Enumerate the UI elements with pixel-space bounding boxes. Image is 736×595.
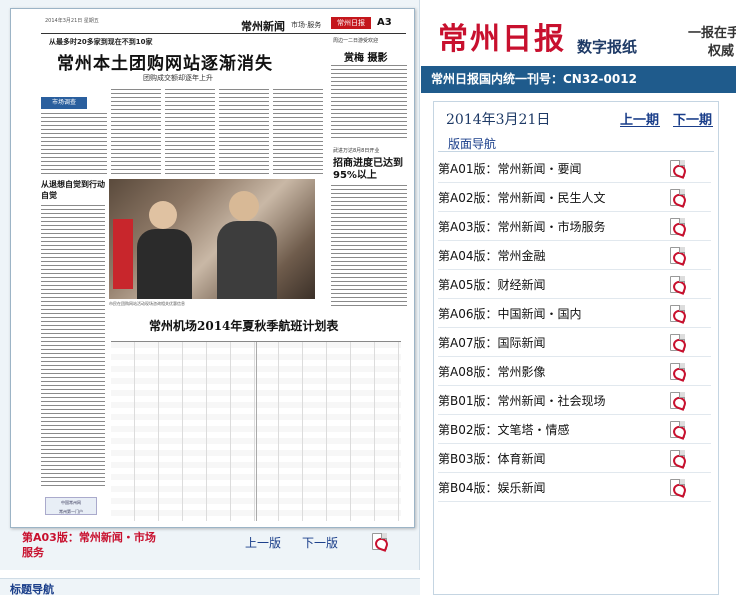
article-text	[331, 65, 407, 141]
page-link[interactable]: 第B01版：常州新闻・社会现场	[438, 392, 606, 409]
divider	[438, 151, 714, 152]
page-list-item[interactable]: 第A04版：常州金融	[438, 241, 711, 270]
newspaper-date-meta: 2014年3月21日 星期五	[45, 18, 99, 24]
pdf-icon[interactable]	[670, 363, 685, 380]
page-link[interactable]: 第A02版：常州新闻・民生人文	[438, 189, 605, 206]
page-list-item[interactable]: 第A03版：常州新闻・市场服务	[438, 212, 711, 241]
page-list-item[interactable]: 第A08版：常州影像	[438, 357, 711, 386]
article-text	[41, 113, 107, 175]
newspaper-page-image[interactable]: 2014年3月21日 星期五 常州新闻 市场·服务 常州日报 A3 从最多时20…	[10, 8, 415, 528]
title-nav-label: 标题导航	[10, 583, 54, 595]
photo-person	[137, 229, 192, 299]
pdf-icon[interactable]	[670, 479, 685, 496]
pdf-icon[interactable]	[670, 218, 685, 235]
page-link[interactable]: 第B02版：文笔塔・情感	[438, 421, 570, 438]
left-headline: 从退想自觉到行动自觉	[41, 180, 105, 200]
article-text	[219, 89, 269, 175]
article-text	[331, 185, 407, 309]
page-list-item[interactable]: 第A01版：常州新闻・要闻	[438, 154, 711, 183]
flight-table-title: 常州机场2014年夏秋季航班计划表	[149, 319, 339, 333]
brand-logo: 常州日报	[438, 22, 566, 57]
slogan-line-1: 一报在手	[688, 26, 736, 41]
article-text	[273, 89, 323, 175]
side-kicker: 周边一二日游受欢迎	[333, 38, 379, 44]
page-link[interactable]: 第A03版：常州新闻・市场服务	[438, 218, 605, 235]
prev-page-link[interactable]: 上一版	[245, 534, 281, 551]
page-list: 第A01版：常州新闻・要闻 第A02版：常州新闻・民生人文 第A03版：常州新闻…	[438, 154, 711, 502]
photo-person-head	[149, 201, 177, 229]
pdf-icon[interactable]	[670, 450, 685, 467]
issue-date: 2014年3月21日	[446, 112, 551, 128]
article-text	[41, 205, 105, 487]
side-headline: 赏梅 摄影	[344, 53, 388, 64]
newspaper-section: 常州新闻	[241, 20, 285, 33]
page-link[interactable]: 第A06版：中国新闻・国内	[438, 305, 581, 322]
pdf-icon[interactable]	[670, 334, 685, 351]
newspaper-headline: 常州本土团购网站逐渐消失	[57, 54, 273, 74]
current-page-title: 第A03版：常州新闻・市场服务	[22, 531, 156, 559]
underline	[620, 126, 660, 127]
divider	[41, 33, 406, 34]
underline	[673, 126, 713, 127]
article-text	[111, 89, 161, 175]
page-link[interactable]: 第A05版：财经新闻	[438, 276, 545, 293]
page-link[interactable]: 第A01版：常州新闻・要闻	[438, 160, 581, 177]
newspaper-panel: 2014年3月21日 星期五 常州新闻 市场·服务 常州日报 A3 从最多时20…	[0, 0, 420, 570]
newspaper-section-sub: 市场·服务	[291, 21, 322, 29]
photo-person-head	[229, 191, 259, 221]
photo-caption: 市民在团购网站活动现场咨询相关优惠信息	[109, 301, 185, 306]
pdf-icon[interactable]	[670, 247, 685, 264]
pdf-icon[interactable]	[670, 421, 685, 438]
side-kicker-2: 武进万达8月8日开业	[333, 148, 380, 154]
pdf-icon[interactable]	[670, 160, 685, 177]
page-link[interactable]: 第A07版：国际新闻	[438, 334, 545, 351]
page-link[interactable]: 第B04版：娱乐新闻	[438, 479, 546, 496]
newspaper-logo: 常州日报	[331, 17, 371, 29]
page-list-item[interactable]: 第B02版：文笔塔・情感	[438, 415, 711, 444]
photo-sign	[113, 219, 133, 289]
next-page-link[interactable]: 下一版	[302, 534, 338, 551]
page-link[interactable]: 第A04版：常州金融	[438, 247, 545, 264]
page-list-item[interactable]: 第A02版：常州新闻・民生人文	[438, 183, 711, 212]
brand-subtitle: 数字报纸	[577, 38, 638, 56]
pdf-icon[interactable]	[372, 533, 387, 550]
pdf-icon[interactable]	[670, 276, 685, 293]
page-list-item[interactable]: 第B03版：体育新闻	[438, 444, 711, 473]
title-nav-bar: 标题导航	[0, 578, 420, 595]
slogan-line-2: 权威	[708, 44, 735, 59]
newspaper-deck: 团购成交额却逐年上升	[143, 74, 213, 82]
page-nav-heading: 版面导航	[448, 137, 497, 151]
news-photo	[109, 179, 315, 299]
page-list-item[interactable]: 第A05版：财经新闻	[438, 270, 711, 299]
newspaper-badge: 市场调查	[41, 97, 87, 109]
newspaper-page-number: A3	[377, 17, 392, 28]
page-link[interactable]: 第A08版：常州影像	[438, 363, 545, 380]
page-list-item[interactable]: 第B01版：常州新闻・社会现场	[438, 386, 711, 415]
article-text	[165, 89, 215, 175]
pdf-icon[interactable]	[670, 305, 685, 322]
pdf-icon[interactable]	[670, 189, 685, 206]
photo-person	[217, 221, 277, 299]
page-link[interactable]: 第B03版：体育新闻	[438, 450, 546, 467]
flight-table	[111, 341, 401, 521]
page-root: 2014年3月21日 星期五 常州新闻 市场·服务 常州日报 A3 从最多时20…	[0, 0, 736, 595]
ad-logo: 中国常州网 常州第一门户	[45, 497, 97, 515]
newspaper-kicker: 从最多时20多家到现在不到10家	[49, 38, 153, 46]
pdf-icon[interactable]	[670, 392, 685, 409]
side-headline-2: 招商进度已达到95%以上	[333, 158, 403, 181]
issn-bar: 常州日报国内统一刊号：CN32-0012	[421, 66, 736, 93]
page-list-item[interactable]: 第B04版：娱乐新闻	[438, 473, 711, 502]
page-list-item[interactable]: 第A06版：中国新闻・国内	[438, 299, 711, 328]
page-list-item[interactable]: 第A07版：国际新闻	[438, 328, 711, 357]
